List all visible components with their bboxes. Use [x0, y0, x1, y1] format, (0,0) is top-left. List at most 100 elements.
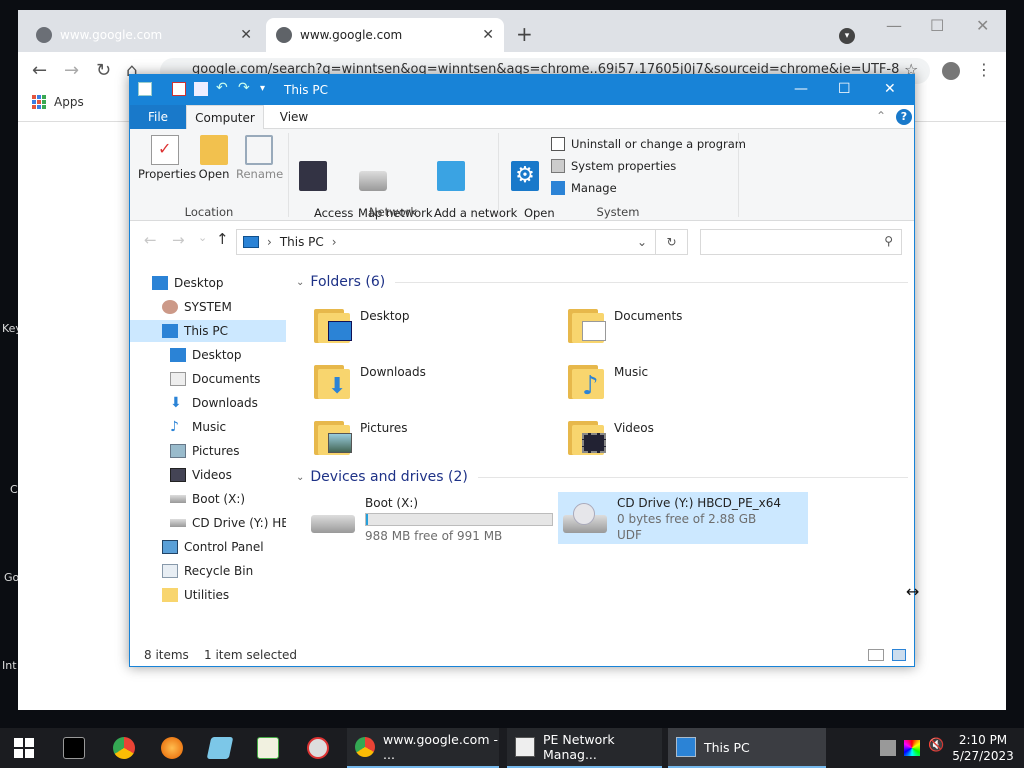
- nav-item-this-pc[interactable]: This PC: [130, 320, 286, 342]
- taskbar-firefox[interactable]: [154, 728, 190, 768]
- address-row: ← → ⌄ ↑ › This PC › ⌄ ↻ ⚲: [130, 221, 914, 261]
- redo-icon[interactable]: ↷: [238, 80, 250, 96]
- up-icon[interactable]: ↑: [216, 230, 229, 248]
- nav-item-documents[interactable]: Documents: [130, 368, 286, 390]
- open-button[interactable]: Open: [196, 135, 232, 181]
- tab-file[interactable]: File: [130, 105, 186, 129]
- reload-icon[interactable]: ↻: [96, 60, 111, 81]
- folder-label: Desktop: [360, 309, 410, 323]
- address-box[interactable]: › This PC › ⌄: [236, 229, 656, 255]
- close-button[interactable]: ✕: [884, 81, 896, 97]
- taskbar-app[interactable]: [300, 728, 336, 768]
- new-tab-button[interactable]: +: [516, 22, 533, 46]
- volume-muted-icon[interactable]: 🔇: [928, 738, 944, 754]
- taskbar-window-this-pc[interactable]: This PC: [668, 728, 826, 768]
- taskbar-app[interactable]: [250, 728, 286, 768]
- large-icons-view-icon[interactable]: [892, 649, 906, 661]
- nav-item-music[interactable]: ♪ Music: [130, 416, 286, 438]
- nav-item-videos[interactable]: Videos: [130, 464, 286, 486]
- tab-title: www.google.com: [300, 28, 403, 42]
- desktop-icon-label[interactable]: C: [10, 483, 18, 496]
- breadcrumb-separator[interactable]: ›: [332, 235, 337, 249]
- nav-item-desktop[interactable]: Desktop: [130, 344, 286, 366]
- rename-button[interactable]: Rename: [236, 135, 283, 181]
- taskbar-button-label: PE Network Manag...: [543, 732, 615, 762]
- nav-item-control-panel[interactable]: Control Panel: [130, 536, 286, 558]
- taskbar-explorer-pinned[interactable]: [202, 728, 238, 768]
- desktop-icon-label[interactable]: Go: [4, 571, 19, 584]
- taskbar-chrome[interactable]: [106, 728, 142, 768]
- network-tray-icon[interactable]: [880, 740, 896, 756]
- folder-desktop[interactable]: Desktop: [314, 303, 544, 353]
- undo-icon[interactable]: ↶: [216, 80, 228, 96]
- customize-toolbar-icon[interactable]: ▾: [260, 83, 265, 94]
- maximize-button[interactable]: ☐: [930, 16, 944, 35]
- taskbar-window-network-manager[interactable]: PE Network Manag...: [507, 728, 662, 768]
- clock-date: 5/27/2023: [952, 749, 1014, 763]
- nav-item-cd-drive[interactable]: CD Drive (Y:) HBC: [130, 512, 286, 534]
- back-icon[interactable]: ←: [32, 60, 47, 81]
- close-tab-icon[interactable]: ✕: [240, 27, 252, 43]
- nav-item-downloads[interactable]: ⬇ Downloads: [130, 392, 286, 414]
- menu-icon[interactable]: ⋮: [976, 60, 992, 79]
- details-view-icon[interactable]: [868, 649, 884, 661]
- uninstall-program-button[interactable]: Uninstall or change a program: [551, 137, 746, 151]
- collapse-chevron-icon[interactable]: ⌄: [296, 277, 304, 288]
- maximize-button[interactable]: ☐: [838, 81, 851, 97]
- nav-item-pictures[interactable]: Pictures: [130, 440, 286, 462]
- drive-boot[interactable]: Boot (X:) 988 MB free of 991 MB: [306, 492, 556, 544]
- folder-music[interactable]: ♪ Music: [568, 359, 798, 409]
- nav-item-recycle-bin[interactable]: Recycle Bin: [130, 560, 286, 582]
- minimize-button[interactable]: —: [794, 81, 808, 97]
- system-clock[interactable]: 2:10 PM 5/27/2023: [952, 732, 1014, 764]
- title-bar[interactable]: ↶ ↷ ▾ This PC — ☐ ✕: [130, 75, 914, 105]
- folder-label: Pictures: [360, 421, 408, 435]
- refresh-icon[interactable]: ↻: [656, 229, 688, 255]
- drive-cd-selected[interactable]: CD Drive (Y:) HBCD_PE_x64 0 bytes free o…: [558, 492, 808, 544]
- nav-item-desktop[interactable]: Desktop: [130, 272, 286, 294]
- tab-computer[interactable]: Computer: [186, 105, 264, 130]
- color-tray-icon[interactable]: [904, 740, 920, 756]
- folder-documents[interactable]: Documents: [568, 303, 798, 353]
- apps-shortcut[interactable]: Apps: [32, 95, 84, 109]
- search-input[interactable]: ⚲: [700, 229, 902, 255]
- collapse-chevron-icon[interactable]: ⌄: [296, 472, 304, 483]
- browser-tab-active[interactable]: www.google.com ✕: [266, 18, 504, 52]
- recent-locations-icon[interactable]: ⌄: [198, 231, 207, 244]
- tab-view[interactable]: View: [272, 105, 316, 129]
- close-button[interactable]: ✕: [976, 16, 989, 35]
- system-properties-button[interactable]: System properties: [551, 159, 676, 173]
- profile-avatar[interactable]: [942, 62, 960, 80]
- nav-item-boot-drive[interactable]: Boot (X:): [130, 488, 286, 510]
- help-icon[interactable]: ?: [896, 109, 912, 125]
- taskbar-cmd[interactable]: [56, 728, 92, 768]
- this-pc-icon: [676, 737, 696, 757]
- properties-button[interactable]: ✓ Properties: [138, 135, 196, 181]
- desktop-icon-label[interactable]: Int: [2, 659, 17, 672]
- nav-item-utilities[interactable]: Utilities: [130, 584, 286, 606]
- file-manager-icon: [206, 737, 234, 759]
- tab-search-icon[interactable]: ▾: [839, 28, 855, 44]
- close-tab-icon[interactable]: ✕: [482, 27, 494, 43]
- minimize-button[interactable]: —: [886, 16, 902, 35]
- folder-icon: [162, 588, 178, 602]
- nav-item-system[interactable]: SYSTEM: [130, 296, 286, 318]
- taskbar-window-chrome[interactable]: www.google.com - ...: [347, 728, 499, 768]
- collapse-ribbon-icon[interactable]: ⌃: [876, 109, 886, 123]
- drives-section-header[interactable]: ⌄ Devices and drives (2): [296, 469, 908, 485]
- start-button[interactable]: [6, 728, 42, 768]
- address-dropdown-icon[interactable]: ⌄: [637, 235, 647, 249]
- properties-quick-icon[interactable]: [172, 82, 186, 96]
- forward-icon[interactable]: →: [172, 231, 185, 249]
- folders-section-header[interactable]: ⌄ Folders (6): [296, 274, 908, 290]
- back-icon[interactable]: ←: [144, 231, 157, 249]
- manage-button[interactable]: Manage: [551, 181, 617, 195]
- browser-tab[interactable]: www.google.com ✕: [26, 18, 262, 52]
- forward-icon[interactable]: →: [64, 60, 79, 81]
- folder-videos[interactable]: Videos: [568, 415, 798, 465]
- drive-name: Boot (X:): [365, 496, 419, 510]
- breadcrumb-this-pc[interactable]: This PC: [280, 235, 324, 249]
- folder-downloads[interactable]: ⬇ Downloads: [314, 359, 544, 409]
- new-folder-quick-icon[interactable]: [194, 82, 208, 96]
- folder-pictures[interactable]: Pictures: [314, 415, 544, 465]
